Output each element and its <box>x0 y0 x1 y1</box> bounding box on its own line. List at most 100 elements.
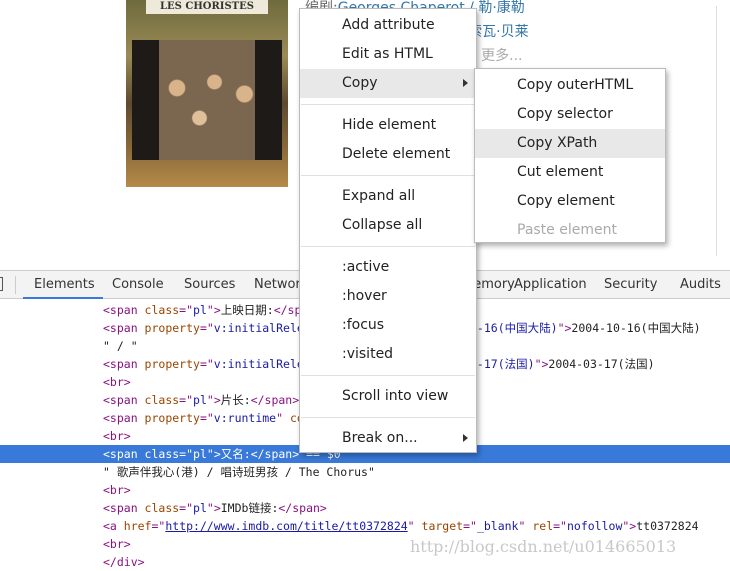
tab-console[interactable]: Console <box>112 277 164 292</box>
code-token: 上映日期: <box>220 303 274 317</box>
menu-item-add-attribute[interactable]: Add attribute <box>300 11 476 40</box>
code-token: </span> <box>250 447 300 461</box>
code-token: 2004-03-17(法国) <box>548 357 655 371</box>
code-token: =" <box>553 519 567 533</box>
code-token: target <box>421 519 464 533</box>
menu-item-label: Copy <box>342 75 378 91</box>
code-token: " <box>276 411 290 425</box>
tab-application[interactable]: Application <box>514 277 587 292</box>
code-token: pl <box>193 393 207 407</box>
code-token: " <box>518 519 533 533</box>
menu-item-label: Hide element <box>342 117 437 133</box>
code-token: property <box>144 321 200 335</box>
code-token: <br> <box>103 375 131 389</box>
tab-sources[interactable]: Sources <box>184 277 235 292</box>
code-token: _blank <box>476 519 519 533</box>
code-token: pl <box>193 447 207 461</box>
dom-node-line[interactable]: <a href =" http://www.imdb.com/title/tt037… <box>0 517 730 535</box>
menu-item-hide-element[interactable]: Hide element <box>300 111 476 140</box>
menu-item-label: Scroll into view <box>342 388 449 404</box>
code-token: pl <box>193 303 207 317</box>
menu-item-delete-element[interactable]: Delete element <box>300 140 476 169</box>
dom-node-line[interactable]: <span class="pl">IMDb链接:</span> <box>0 499 730 517</box>
menu-item-cut-element[interactable]: Cut element <box>475 158 665 187</box>
menu-item-label: :active <box>342 259 390 275</box>
tab-audits[interactable]: Audits <box>680 277 721 292</box>
code-token: <a <box>103 519 124 533</box>
code-token: =" <box>179 303 194 317</box>
code-token: rel <box>532 519 554 533</box>
menu-item-label: Delete element <box>342 146 451 162</box>
poster-image <box>132 40 282 160</box>
menu-item-copy-outerhtml[interactable]: Copy outerHTML <box>475 71 665 100</box>
menu-item-label: :visited <box>342 346 394 362</box>
menu-item-label: Edit as HTML <box>342 46 433 62</box>
menu-item-copy-selector[interactable]: Copy selector <box>475 100 665 129</box>
menu-item-label: Add attribute <box>342 17 435 33</box>
tab-security[interactable]: Security <box>604 277 657 292</box>
menu-item-label: Expand all <box>342 188 416 204</box>
code-token: property <box>144 357 200 371</box>
menu-item-active[interactable]: :active <box>300 253 476 282</box>
menu-item-copy[interactable]: Copy <box>300 69 476 98</box>
menu-item-label: Paste element <box>517 222 617 238</box>
more-link[interactable]: 更多... <box>481 48 522 64</box>
code-token: "> <box>206 501 221 515</box>
menu-item-edit-as-html[interactable]: Edit as HTML <box>300 40 476 69</box>
code-token: class <box>144 447 180 461</box>
menu-item-copy-xpath[interactable]: Copy XPath <box>475 129 665 158</box>
menu-separator <box>301 246 475 247</box>
code-token: <br> <box>103 483 131 497</box>
movie-poster: LES CHORISTES <box>126 0 288 187</box>
code-token: class <box>144 303 180 317</box>
code-token: " / " <box>103 339 138 353</box>
menu-item-scroll-into-view[interactable]: Scroll into view <box>300 382 476 411</box>
code-token: <br> <box>103 537 131 551</box>
dom-node-line[interactable]: <br> <box>0 481 730 499</box>
code-token: " 歌声伴我心(港) / 唱诗班男孩 / The Chorus" <box>103 465 375 479</box>
code-token: =" <box>463 519 477 533</box>
dom-node-line[interactable]: " 歌声伴我心(港) / 唱诗班男孩 / The Chorus" <box>0 463 730 481</box>
code-token: 2004-10-16(中国大陆) <box>571 321 701 335</box>
code-token: </span> <box>278 501 327 515</box>
code-token: " <box>407 519 422 533</box>
menu-item-paste-element: Paste element <box>475 216 665 245</box>
poster-title: LES CHORISTES <box>146 0 268 14</box>
tab-elements[interactable]: Elements <box>34 277 95 292</box>
submenu-arrow-icon <box>463 434 468 442</box>
menu-item-hover[interactable]: :hover <box>300 282 476 311</box>
context-menu: Add attribute Edit as HTML Copy Hide elemen… <box>299 8 477 453</box>
code-token: href <box>123 519 152 533</box>
code-token: "> <box>206 393 221 407</box>
menu-separator <box>301 375 475 376</box>
device-toggle-icon[interactable] <box>0 277 3 291</box>
code-token: "> <box>206 303 221 317</box>
menu-item-label: Break on... <box>342 430 418 446</box>
menu-separator <box>301 104 475 105</box>
menu-item-collapse-all[interactable]: Collapse all <box>300 211 476 240</box>
link-url[interactable]: http://www.imdb.com/title/tt0372824 <box>165 519 407 533</box>
code-token: IMDb链接: <box>220 501 279 515</box>
code-token: =" <box>199 321 214 335</box>
menu-item-label: Copy element <box>517 193 615 209</box>
watermark: http://blog.csdn.net/u014665013 <box>410 537 677 556</box>
code-token: <span <box>103 411 145 425</box>
code-token: 又名: <box>220 447 251 461</box>
menu-item-focus[interactable]: :focus <box>300 311 476 340</box>
code-token: =" <box>179 447 194 461</box>
menu-item-visited[interactable]: :visited <box>300 340 476 369</box>
menu-item-label: Cut element <box>517 164 604 180</box>
active-tab-indicator <box>23 297 103 299</box>
code-token: "> <box>534 357 549 371</box>
menu-item-expand-all[interactable]: Expand all <box>300 182 476 211</box>
code-token: =" <box>199 357 214 371</box>
code-token: =" <box>199 411 214 425</box>
menu-item-label: Copy selector <box>517 106 613 122</box>
menu-item-copy-element[interactable]: Copy element <box>475 187 665 216</box>
menu-item-label: Collapse all <box>342 217 423 233</box>
code-token: =" <box>179 393 194 407</box>
code-token: "> <box>206 447 221 461</box>
menu-item-label: Copy XPath <box>517 135 598 151</box>
menu-item-label: Copy outerHTML <box>517 77 634 93</box>
menu-item-break-on[interactable]: Break on... <box>300 424 476 453</box>
